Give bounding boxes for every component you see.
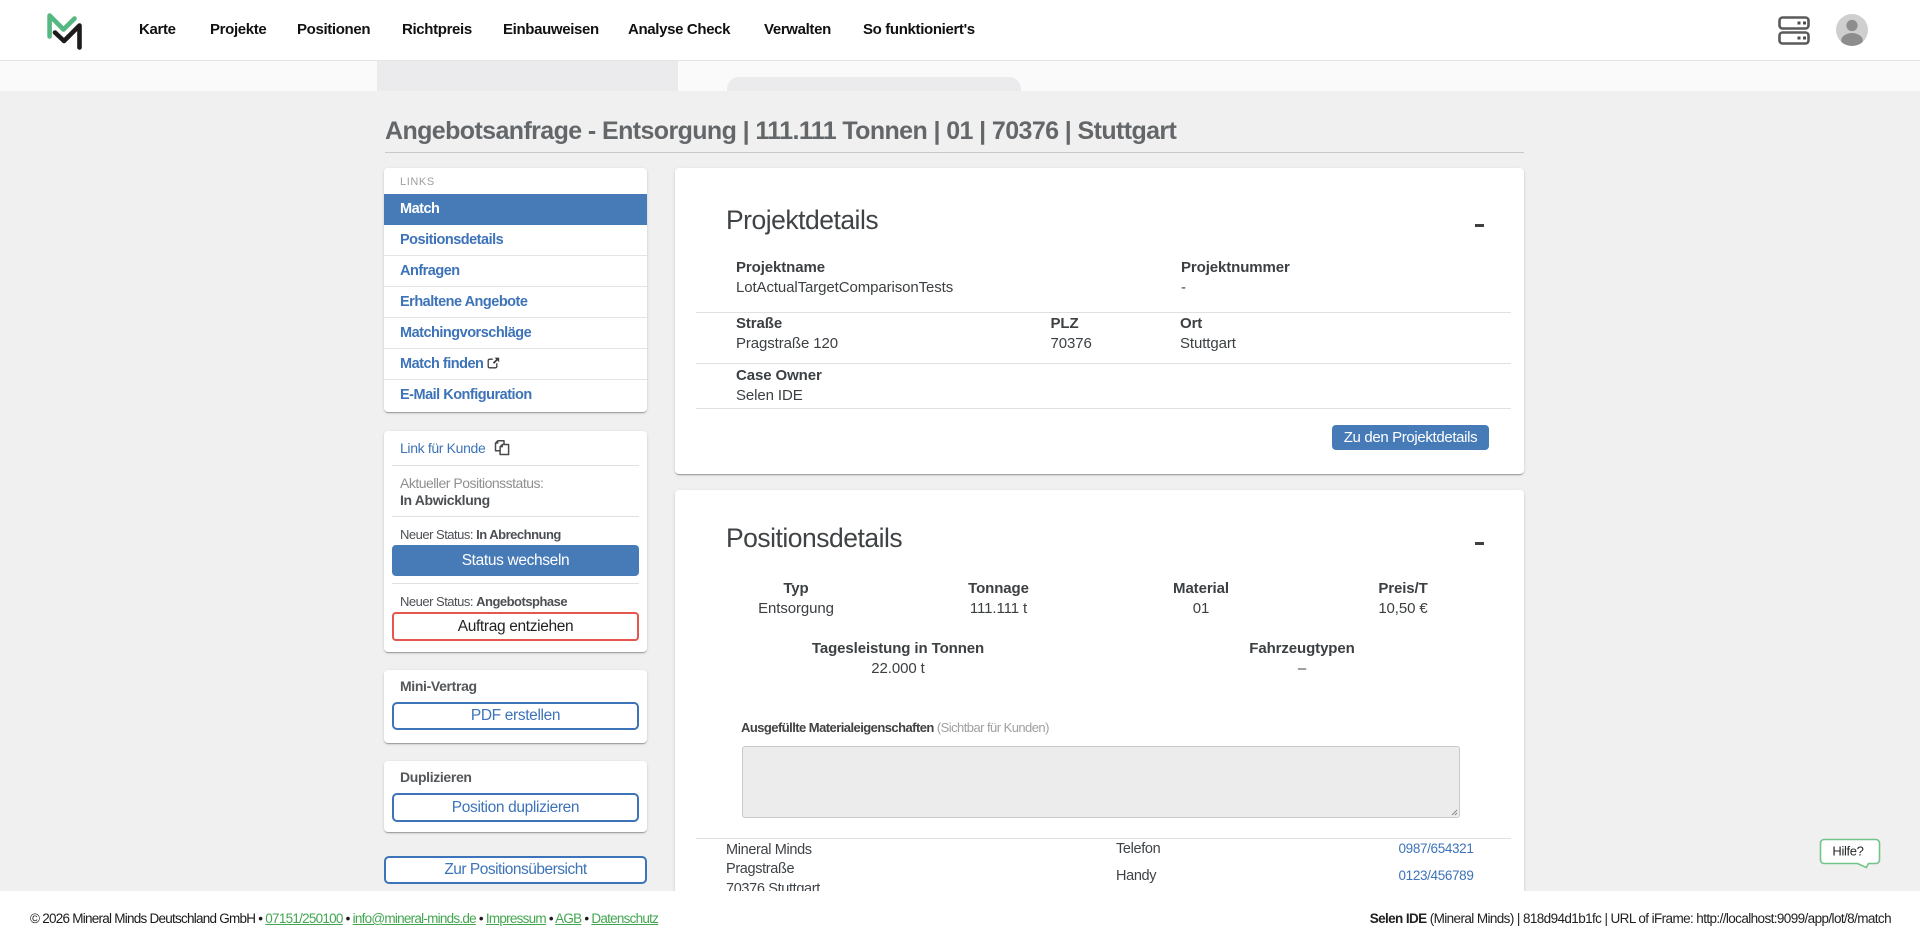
svg-text:Hilfe?: Hilfe? (1832, 844, 1863, 859)
